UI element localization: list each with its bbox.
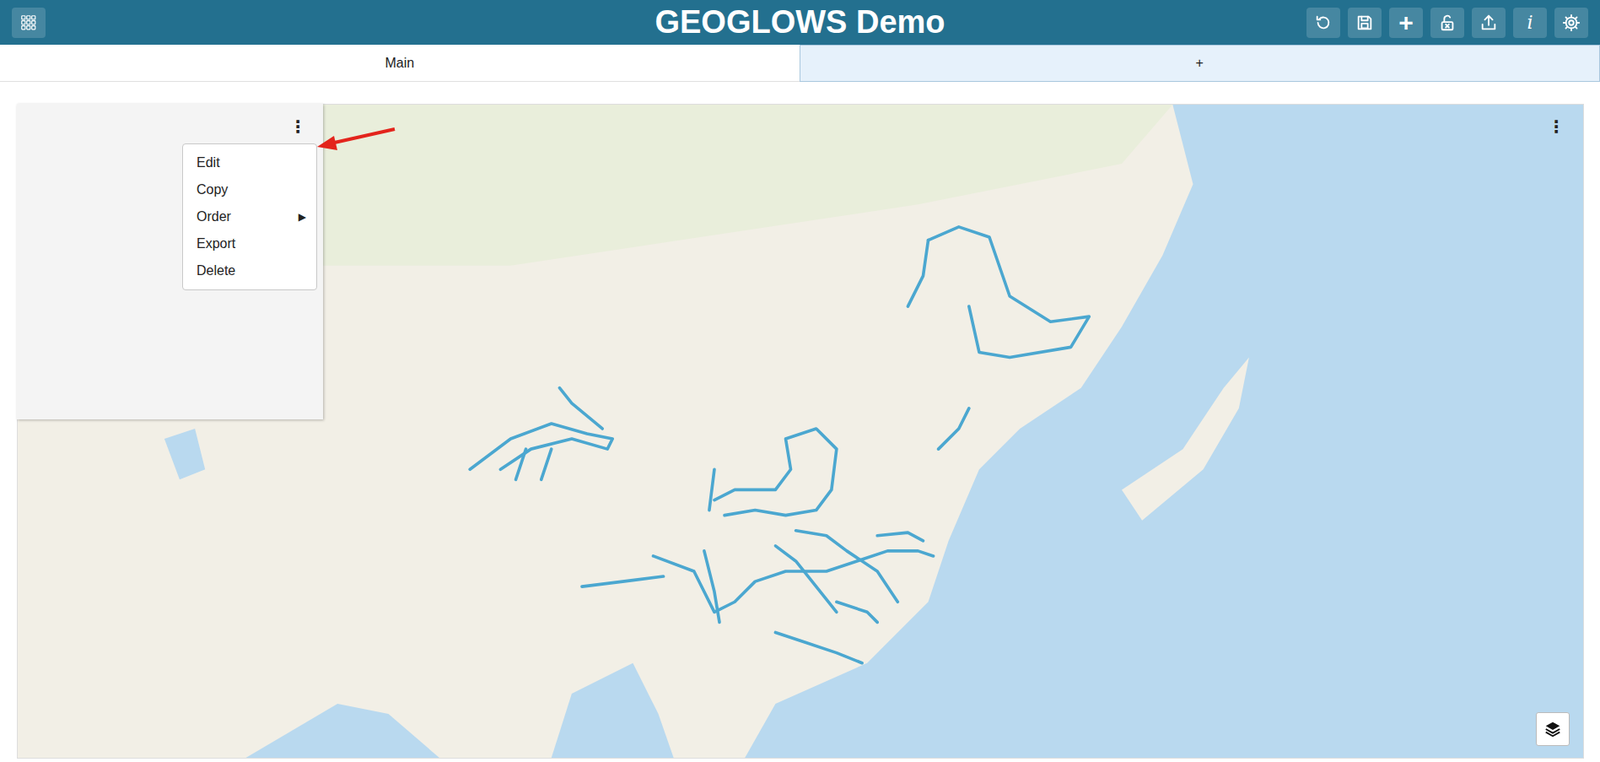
menu-item[interactable]: Edit xyxy=(183,149,317,177)
save-button[interactable] xyxy=(1347,7,1382,38)
menu-item-label: Delete xyxy=(196,263,236,279)
tab-label: + xyxy=(1195,55,1204,71)
add-button[interactable]: + xyxy=(1389,7,1423,38)
apps-button[interactable] xyxy=(11,7,46,38)
share-button[interactable] xyxy=(1471,7,1506,38)
unlock-button[interactable] xyxy=(1430,7,1465,38)
menu-item[interactable]: Export xyxy=(183,230,317,258)
tab-bar: Main + xyxy=(0,44,1600,82)
tab-label: Main xyxy=(384,55,415,71)
refresh-button[interactable] xyxy=(1306,7,1341,38)
menu-item[interactable]: Copy xyxy=(183,176,317,204)
empty-panel: ⋮ Edit Copy Order ▶ Export Delete xyxy=(16,103,324,420)
refresh-icon xyxy=(1314,13,1333,33)
app-title: GEOGLOWS Demo xyxy=(646,4,954,41)
panel-menu-button[interactable]: ⋮ xyxy=(284,116,312,137)
dashboard: ⋮ ⋮ Edit Copy Order ▶ Export Delete xyxy=(16,103,1584,759)
annotation-arrow-icon xyxy=(16,103,422,172)
floppy-disk-icon xyxy=(1355,13,1374,33)
layers-button[interactable] xyxy=(1535,711,1570,746)
menu-item[interactable]: Delete xyxy=(183,257,317,285)
apps-grid-icon xyxy=(19,13,38,33)
context-menu: Edit Copy Order ▶ Export Delete xyxy=(182,143,318,291)
settings-button[interactable] xyxy=(1554,7,1589,38)
menu-item[interactable]: Order ▶ xyxy=(183,203,317,231)
upload-icon xyxy=(1479,13,1498,33)
menu-item-label: Export xyxy=(196,236,236,252)
info-button[interactable]: i xyxy=(1513,7,1547,38)
plus-icon: + xyxy=(1398,10,1414,36)
menu-item-label: Copy xyxy=(196,182,228,198)
map-menu-button[interactable]: ⋮ xyxy=(1542,116,1570,137)
tab[interactable]: Main xyxy=(0,44,800,82)
unlocked-padlock-icon xyxy=(1438,13,1457,33)
tab[interactable]: + xyxy=(799,44,1600,82)
gear-icon xyxy=(1562,13,1581,33)
info-icon: i xyxy=(1526,11,1533,33)
menu-item-label: Order xyxy=(196,209,232,225)
header-bar: GEOGLOWS Demo + i xyxy=(0,0,1600,45)
submenu-arrow-icon: ▶ xyxy=(298,210,307,223)
menu-item-label: Edit xyxy=(196,155,221,171)
layers-icon xyxy=(1543,719,1563,739)
